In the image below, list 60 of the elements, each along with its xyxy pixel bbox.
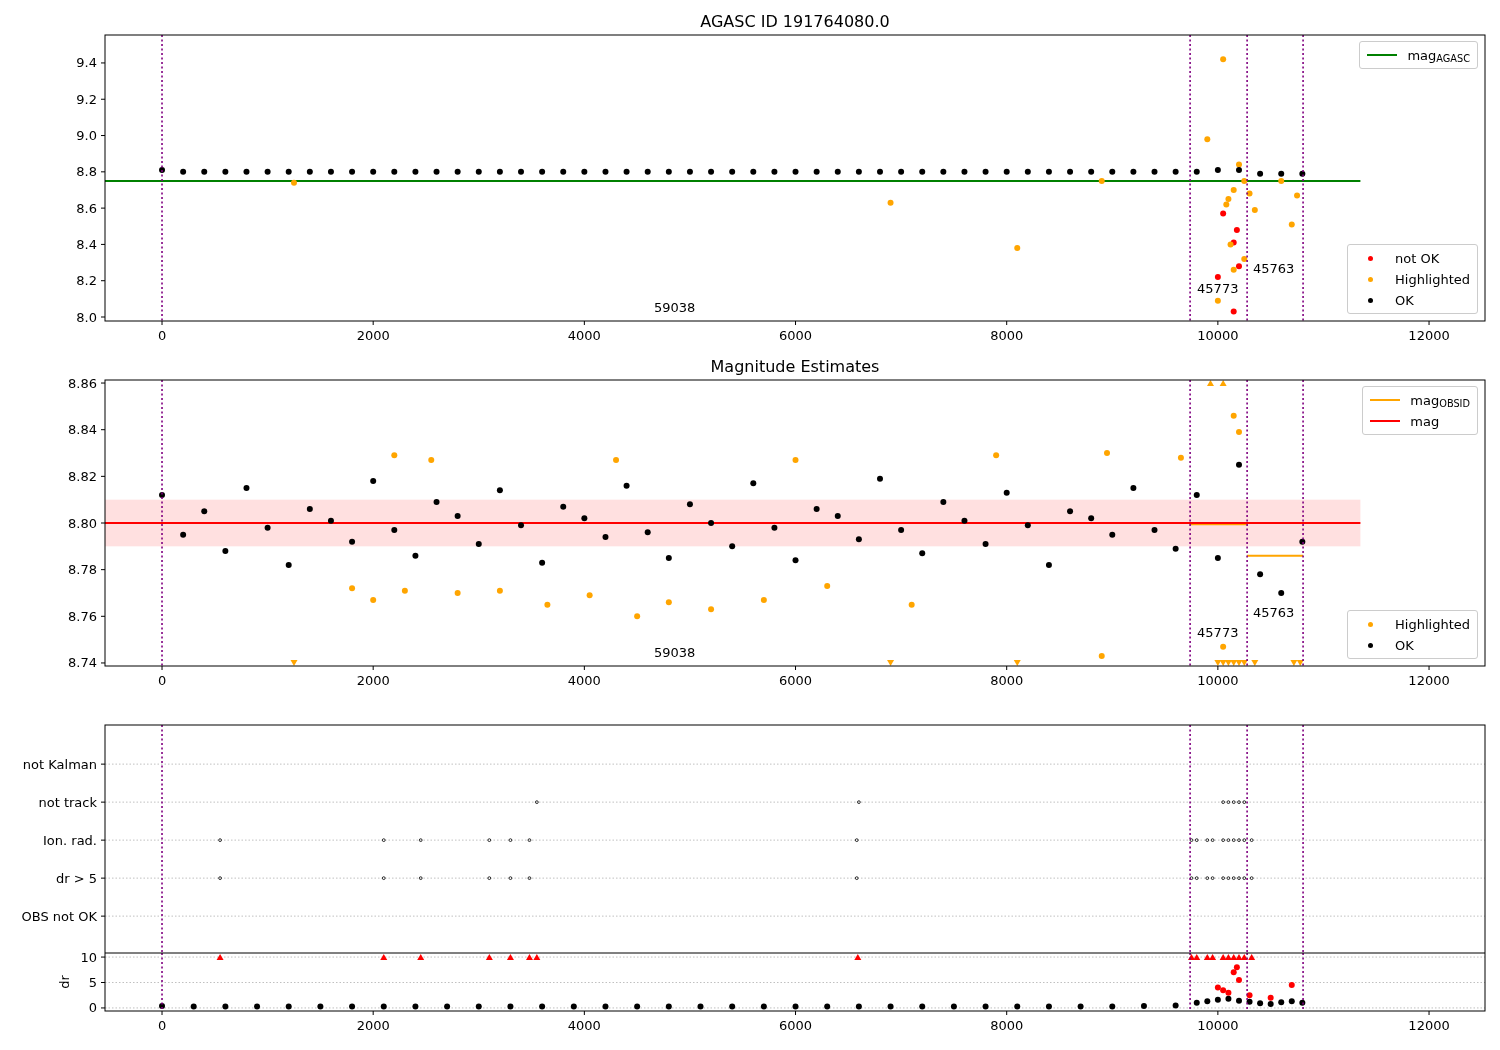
row-label: Ion. rad.	[43, 832, 97, 848]
legend-label: Highlighted	[1395, 617, 1470, 631]
row-label: OBS not OK	[21, 908, 97, 924]
tick-label: 9.2	[76, 91, 97, 107]
legend-label: mag	[1410, 414, 1440, 428]
tick-label: 8.82	[68, 468, 97, 484]
tick-label: 10000	[1197, 328, 1239, 343]
tick-label: 12000	[1408, 673, 1450, 688]
tick-label: 12000	[1408, 328, 1450, 343]
tick-label: 6000	[779, 1018, 813, 1033]
tick-label: 2000	[356, 1018, 390, 1033]
tick-label: 5	[88, 975, 97, 990]
tick-label: 9.4	[76, 55, 97, 71]
legend-label: not OK	[1395, 251, 1440, 265]
legend-label: mag$_{OBSID}$	[1410, 393, 1470, 407]
tick-label: 6000	[779, 328, 813, 343]
row-label: dr > 5	[55, 870, 97, 886]
tick-label: 2000	[356, 328, 390, 343]
row-label: not track	[38, 794, 97, 810]
tick-label: 0	[88, 1000, 97, 1016]
tick-label: 12000	[1408, 1018, 1450, 1033]
tick-label: 0	[157, 1018, 167, 1033]
tick-label: 8.78	[68, 562, 97, 578]
tick-label: 8.76	[68, 608, 97, 624]
tick-label: 9.0	[76, 128, 97, 144]
annotation-label: 45773	[1197, 625, 1239, 641]
tick-label: 4000	[567, 328, 601, 343]
tick-label: 8.8	[76, 164, 97, 180]
annotation-label: 45763	[1253, 260, 1295, 276]
tick-label: 8.86	[68, 375, 97, 391]
tick-label: 8.4	[76, 236, 97, 252]
tick-label: 8.6	[76, 200, 97, 216]
legend-label: OK	[1395, 293, 1414, 307]
annotation-label: 59038	[654, 644, 696, 660]
tick-label: 8.80	[68, 515, 97, 531]
tick-label: 6000	[779, 673, 813, 688]
tick-label: 8.74	[68, 655, 97, 671]
chart-title: Magnitude Estimates	[710, 357, 880, 376]
tick-label: 2000	[356, 673, 390, 688]
tick-label: 8000	[990, 673, 1024, 688]
axis-label: dr	[57, 975, 72, 989]
chart-title: AGASC ID 191764080.0	[700, 12, 890, 31]
annotation-label: 45773	[1197, 281, 1239, 297]
tick-label: 10000	[1197, 1018, 1239, 1033]
tick-label: 8000	[990, 328, 1024, 343]
tick-label: 4000	[567, 673, 601, 688]
annotation-label: 45763	[1253, 605, 1295, 620]
tick-label: 8000	[990, 1018, 1024, 1033]
annotation-label: 59038	[654, 299, 696, 315]
row-label: not Kalman	[22, 756, 97, 772]
legend-label: OK	[1395, 638, 1414, 652]
tick-label: 0	[157, 328, 167, 343]
legend-label: Highlighted	[1395, 272, 1470, 286]
tick-label: 10000	[1197, 673, 1239, 688]
legend-label: mag$_{AGASC}$	[1407, 48, 1470, 62]
tick-label: 8.84	[68, 422, 97, 438]
tick-label: 8.0	[76, 309, 97, 325]
tick-label: 8.2	[76, 273, 97, 289]
tick-label: 4000	[567, 1018, 601, 1033]
tick-label: 0	[157, 673, 167, 688]
